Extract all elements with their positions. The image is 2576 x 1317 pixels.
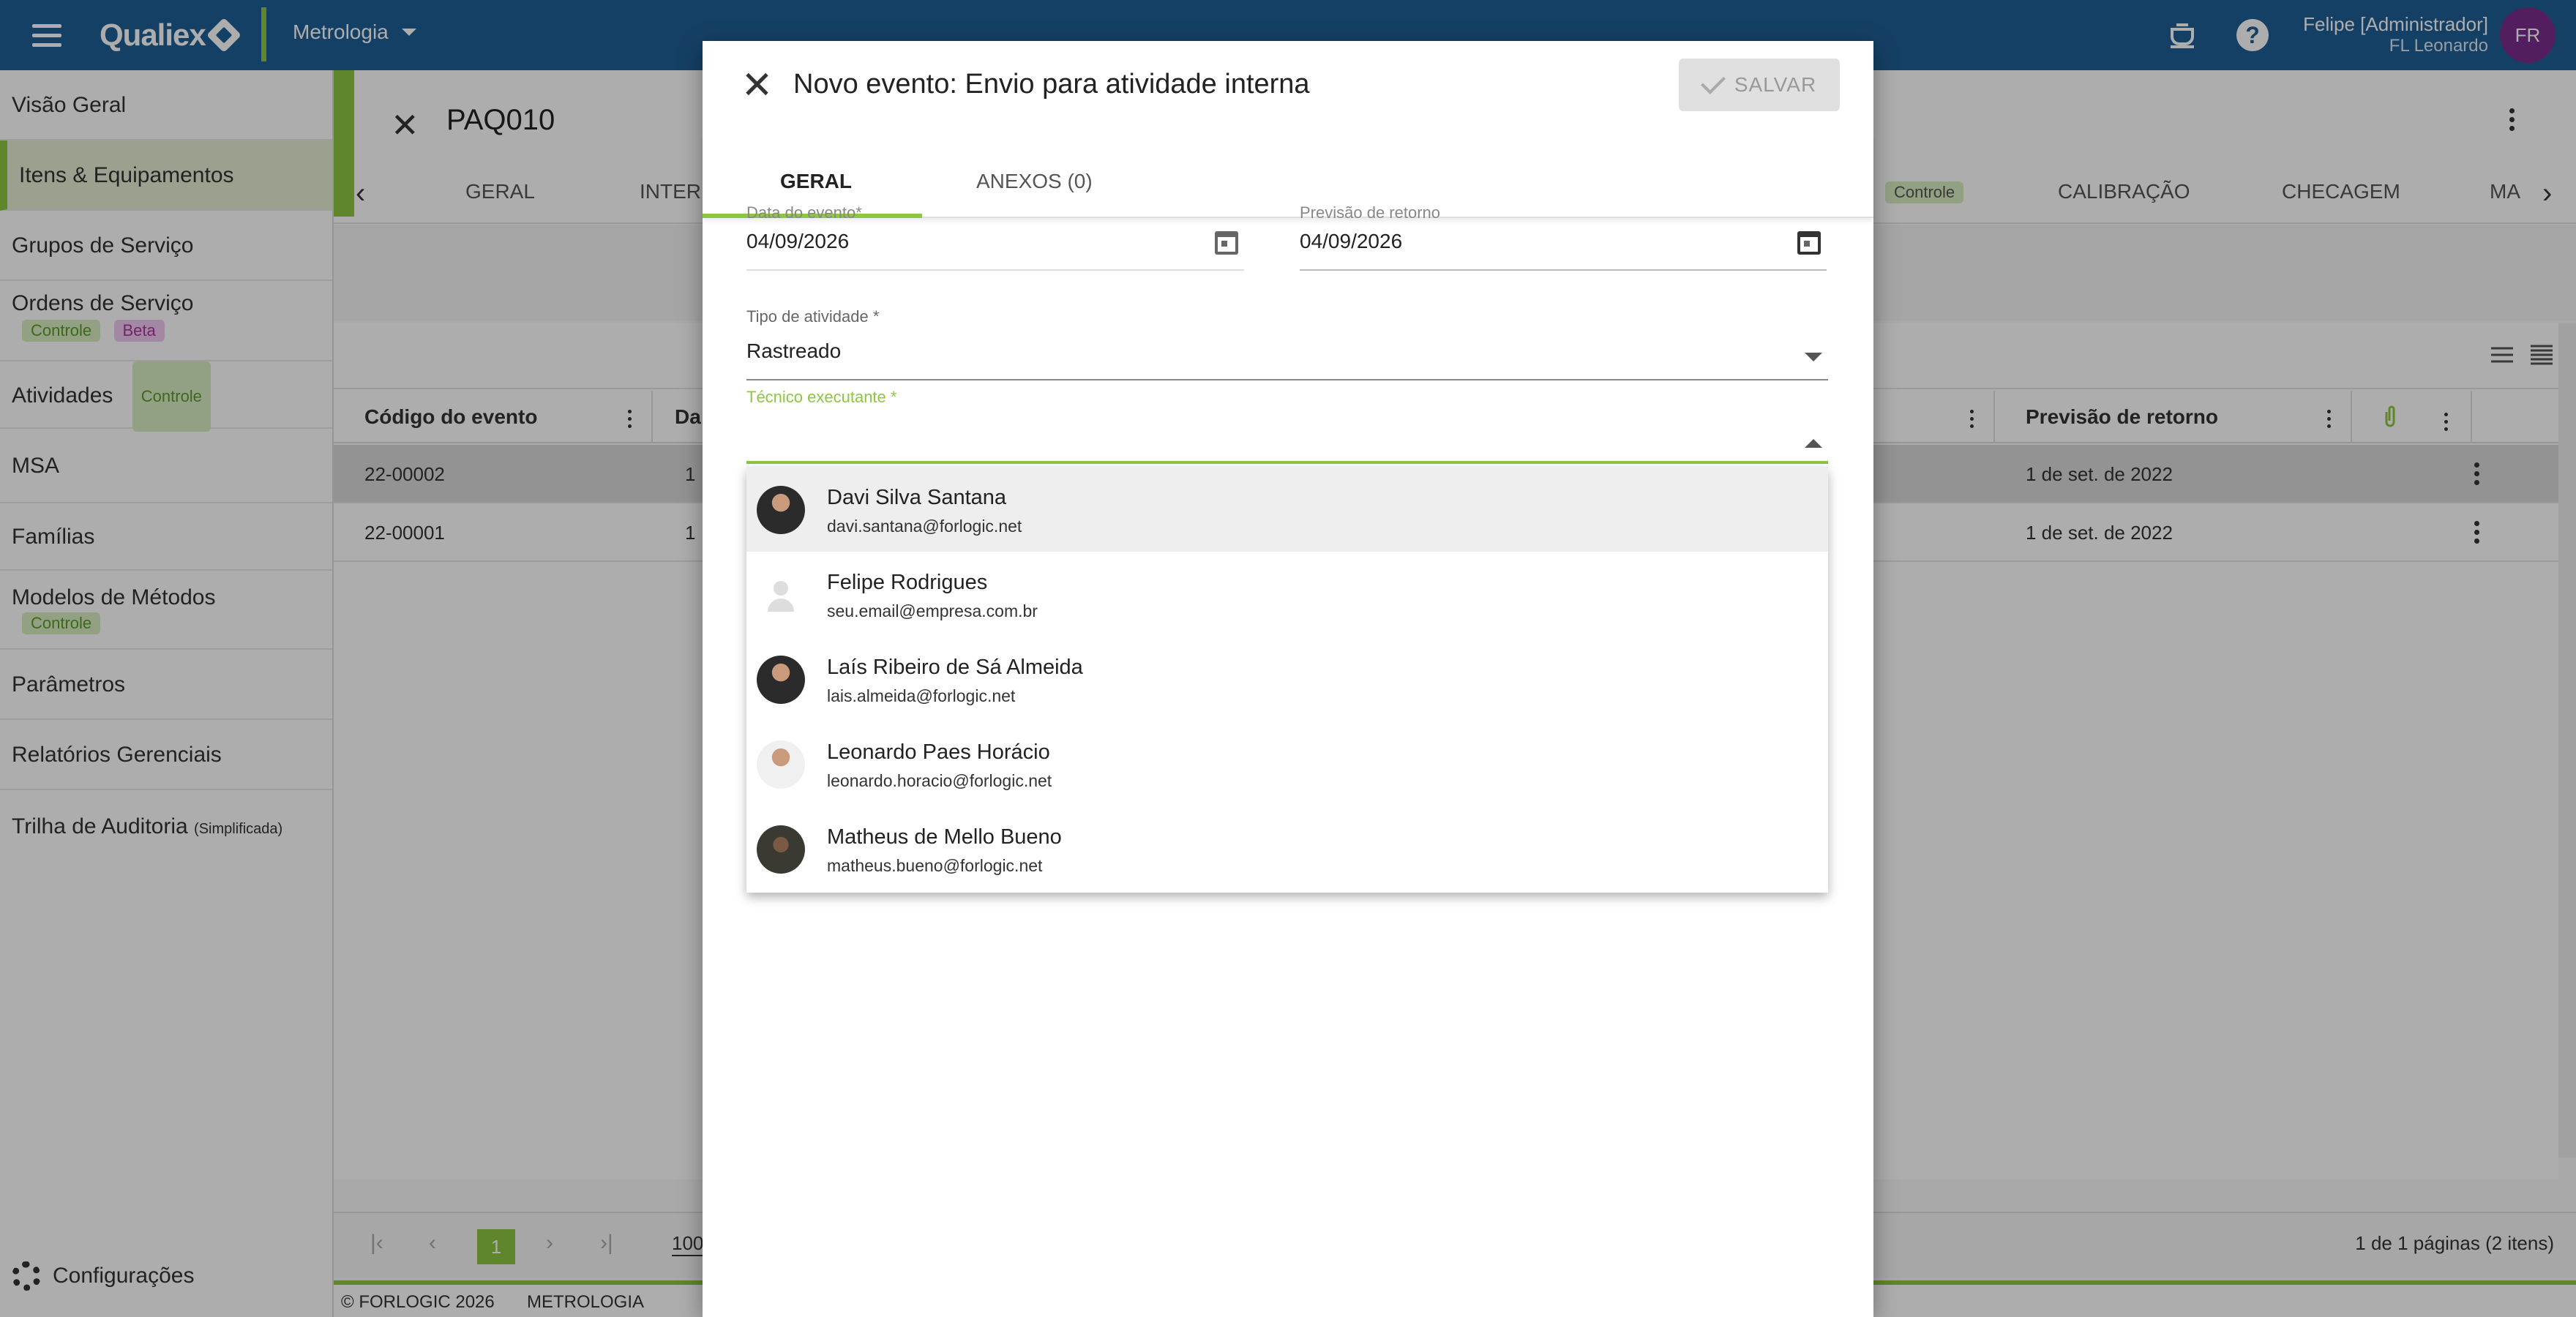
dialog-title: Novo evento: Envio para atividade intern… [793,69,1310,100]
option-name: Davi Silva Santana [827,486,1007,509]
avatar [757,656,805,704]
field-label: Previsão de retorno [1300,203,1440,222]
technician-option[interactable]: Davi Silva Santana davi.santana@forlogic… [746,467,1828,552]
save-button[interactable]: SALVAR [1679,59,1840,111]
option-email: matheus.bueno@forlogic.net [827,856,1043,875]
activity-type-select[interactable]: Tipo de atividade * Rastreado [746,307,1828,380]
option-name: Felipe Rodrigues [827,571,988,594]
close-icon[interactable] [739,67,774,102]
event-date-field[interactable]: Data do evento* 04/09/2026 [746,203,1244,271]
field-label: Técnico executante * [746,388,897,406]
option-name: Matheus de Mello Bueno [827,825,1062,849]
field-label: Tipo de atividade * [746,307,880,326]
technician-dropdown: Davi Silva Santana davi.santana@forlogic… [746,467,1828,893]
option-email: davi.santana@forlogic.net [827,517,1022,536]
option-email: lais.almeida@forlogic.net [827,686,1016,705]
tab-geral[interactable]: GERAL [780,170,852,193]
save-button-label: SALVAR [1734,73,1817,96]
new-event-dialog: Novo evento: Envio para atividade intern… [703,41,1873,1317]
option-name: Laís Ribeiro de Sá Almeida [827,656,1083,679]
technician-option[interactable]: Leonardo Paes Horácio leonardo.horacio@f… [746,721,1828,806]
option-name: Leonardo Paes Horácio [827,740,1050,764]
tab-anexos[interactable]: ANEXOS (0) [976,170,1093,193]
calendar-icon[interactable] [1215,231,1238,255]
chevron-down-icon[interactable] [1805,353,1822,361]
field-underline [746,269,1244,271]
option-email: seu.email@empresa.com.br [827,601,1038,620]
avatar [757,740,805,789]
field-value: 04/09/2026 [746,230,850,252]
field-underline [746,461,1828,464]
technician-option[interactable]: Felipe Rodrigues seu.email@empresa.com.b… [746,552,1828,637]
technician-option[interactable]: Matheus de Mello Bueno matheus.bueno@for… [746,806,1828,891]
avatar [757,825,805,874]
check-icon [1700,70,1726,94]
field-value: Rastreado [746,339,842,362]
technician-option[interactable]: Laís Ribeiro de Sá Almeida lais.almeida@… [746,637,1828,721]
chevron-up-icon[interactable] [1805,439,1822,448]
return-date-field[interactable]: Previsão de retorno 04/09/2026 [1300,203,1827,271]
field-value: 04/09/2026 [1300,230,1403,252]
option-email: leonardo.horacio@forlogic.net [827,771,1052,790]
field-underline [746,379,1828,380]
technician-select[interactable]: Técnico executante * [746,388,1828,464]
person-icon [757,571,805,619]
calendar-icon[interactable] [1797,231,1821,255]
field-label: Data do evento* [746,203,862,222]
avatar [757,486,805,534]
field-underline [1300,269,1827,271]
